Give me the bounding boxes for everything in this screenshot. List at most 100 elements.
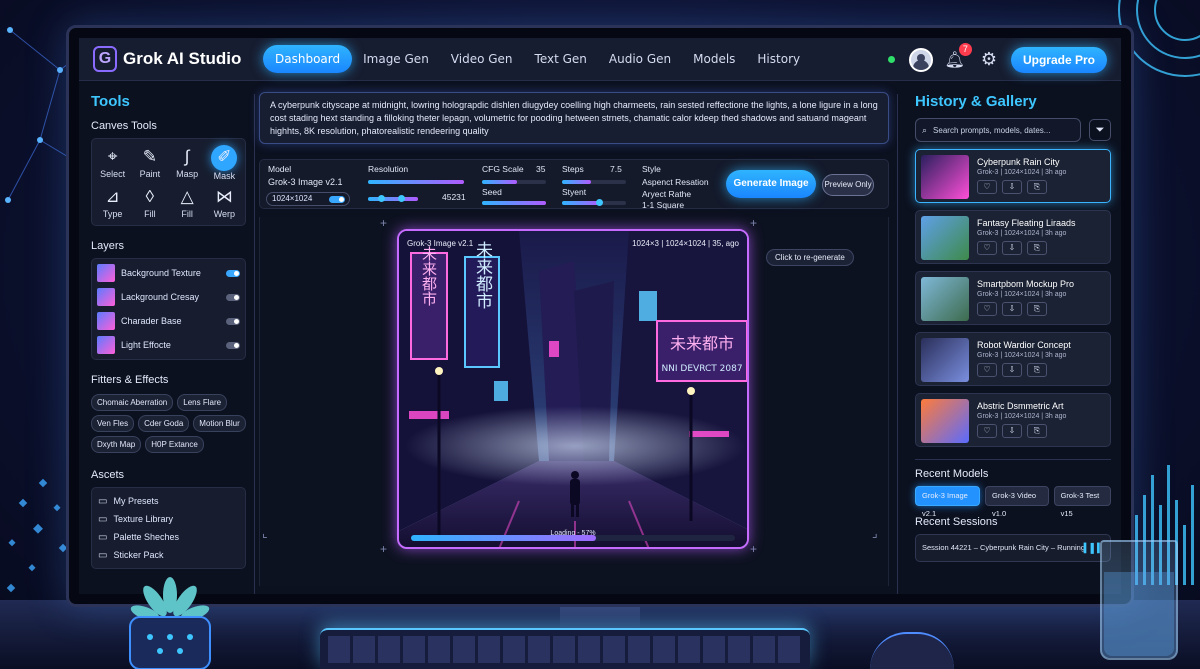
favorite-icon[interactable]: ♡ <box>977 363 997 377</box>
tool-paint[interactable]: ✎ Paint <box>133 145 166 181</box>
gallery-card-actions: ♡ ⇩ ⎘ <box>977 302 1105 316</box>
tab-models[interactable]: Models <box>682 45 746 73</box>
tab-image-gen[interactable]: Image Gen <box>352 45 440 73</box>
filter-chip[interactable]: Cder Goda <box>138 415 190 432</box>
tool-masp[interactable]: ∫ Masp <box>171 145 204 181</box>
gallery-card-content: Abstric Dsmmetric Art Grok-3 | 1024×1024 … <box>977 399 1105 441</box>
share-icon[interactable]: ⎘ <box>1027 241 1047 255</box>
regenerate-button[interactable]: Click to re-generate <box>766 249 854 266</box>
session-item[interactable]: Session 44221 – Cyberpunk Rain City – Ru… <box>915 534 1111 562</box>
gear-icon[interactable]: ⚙ <box>981 49 997 70</box>
download-icon[interactable]: ⇩ <box>1002 180 1022 194</box>
style-value[interactable]: Aspenct Resation <box>642 177 709 187</box>
layer-row[interactable]: Background Texture <box>92 261 245 285</box>
filter-icon[interactable]: ⏷ <box>1089 119 1111 141</box>
gallery-card[interactable]: Abstric Dsmmetric Art Grok-3 | 1024×1024 … <box>915 393 1111 447</box>
cfg-slider[interactable] <box>482 180 546 184</box>
tab-history[interactable]: History <box>746 45 811 73</box>
share-icon[interactable]: ⎘ <box>1027 424 1047 438</box>
resolution-range-slider[interactable] <box>368 195 418 202</box>
tools-title: Tools <box>91 93 130 110</box>
tab-audio-gen[interactable]: Audio Gen <box>598 45 682 73</box>
layer-row[interactable]: Lackground Cresay <box>92 285 245 309</box>
styent-slider[interactable] <box>562 199 626 206</box>
tool-werp[interactable]: ⋈ Werp <box>208 185 241 219</box>
tab-dashboard[interactable]: Dashboard <box>263 45 353 73</box>
layer-visibility-toggle[interactable] <box>226 269 240 277</box>
layer-visibility-toggle[interactable] <box>226 317 240 325</box>
tool-label: Type <box>102 209 123 219</box>
seed-slider[interactable] <box>482 201 546 205</box>
recent-model-button[interactable]: Grok-3 Test v15 <box>1053 486 1111 518</box>
styent-knob[interactable] <box>596 199 603 206</box>
layer-row[interactable]: Light Effocte <box>92 333 245 357</box>
layers-list: Background Texture Lackground Cresay Chara… <box>91 258 246 360</box>
corner-marker: + <box>750 542 758 556</box>
resolution-field[interactable]: 1024×1024 <box>266 192 350 206</box>
tool-select[interactable]: ⌖ Select <box>96 145 129 181</box>
download-icon[interactable]: ⇩ <box>1002 241 1022 255</box>
tool-type[interactable]: ⊿ Type <box>96 185 129 219</box>
layer-visibility-toggle[interactable] <box>226 341 240 349</box>
share-icon[interactable]: ⎘ <box>1027 180 1047 194</box>
filter-chip[interactable]: Motion Blur <box>193 415 246 432</box>
layer-row[interactable]: Charader Base <box>92 309 245 333</box>
notification-bell-icon[interactable]: 🔔︎ 7 <box>945 42 972 70</box>
recent-model-button[interactable]: Grok-3 Image v2.1 <box>915 486 981 518</box>
filter-chip[interactable]: Lens Flare <box>177 394 228 411</box>
filter-chip[interactable]: Chomaic Aberration <box>91 394 174 411</box>
range-knob-start[interactable] <box>378 195 385 202</box>
gallery-thumbnail <box>921 338 969 382</box>
tab-text-gen[interactable]: Text Gen <box>524 45 598 73</box>
asset-folder-item[interactable]: ▭ My Presets <box>92 492 245 510</box>
gallery-card[interactable]: Cyberpunk Rain City Grok-3 | 1024×1024 | … <box>915 149 1111 203</box>
gallery-card[interactable]: Fantasy Fleating Liraads Grok-3 | 1024×10… <box>915 210 1111 264</box>
preview-only-button[interactable]: Preview Only <box>822 174 874 196</box>
share-icon[interactable]: ⎘ <box>1027 363 1047 377</box>
filter-chip[interactable]: H0P Extance <box>145 436 204 453</box>
gallery-card-actions: ♡ ⇩ ⎘ <box>977 363 1105 377</box>
tab-video-gen[interactable]: Video Gen <box>440 45 524 73</box>
gallery-card[interactable]: Smartpbom Mockup Pro Grok-3 | 1024×1024 |… <box>915 271 1111 325</box>
favorite-icon[interactable]: ♡ <box>977 241 997 255</box>
asset-folder-item[interactable]: ▭ Sticker Pack <box>92 546 245 564</box>
layers-title: Layers <box>91 240 125 252</box>
tool-label: Fill <box>144 209 156 219</box>
cfg-label: CFG Scale <box>482 164 524 174</box>
steps-slider[interactable] <box>562 180 626 184</box>
text-icon: ⊿ <box>105 187 120 206</box>
asset-folder-item[interactable]: ▭ Palette Sheches <box>92 528 245 546</box>
resolution-slider[interactable] <box>368 180 464 184</box>
download-icon[interactable]: ⇩ <box>1002 302 1022 316</box>
aspect-value[interactable]: 1-1 Square <box>642 200 684 210</box>
tool-mask[interactable]: ✐ Mask <box>208 145 241 181</box>
recent-model-button[interactable]: Grok-3 Video v1.0 <box>985 486 1049 518</box>
app-logo[interactable]: G Grok AI Studio <box>93 46 253 72</box>
range-knob-end[interactable] <box>398 195 405 202</box>
download-icon[interactable]: ⇩ <box>1002 424 1022 438</box>
favorite-icon[interactable]: ♡ <box>977 424 997 438</box>
search-input[interactable]: ⌕ Search prompts, models, dates... <box>915 118 1081 142</box>
gallery-card[interactable]: Robot Wardior Concept Grok-3 | 1024×1024 … <box>915 332 1111 386</box>
asset-label: Palette Sheches <box>113 532 179 542</box>
prompt-input[interactable]: A cyberpunk cityscape at midnight, lowri… <box>259 92 889 144</box>
filter-chip[interactable]: Ven Fles <box>91 415 135 432</box>
favorite-icon[interactable]: ♡ <box>977 180 997 194</box>
model-select[interactable]: Grok-3 Image v2.1 <box>268 177 343 187</box>
tool-fill[interactable]: ◊ Fill <box>133 185 166 219</box>
download-icon[interactable]: ⇩ <box>1002 363 1022 377</box>
generated-image[interactable]: 未来都市 未来都市 未来都市 NNI DEVRCT 2087 Grok-3 Im… <box>397 229 749 549</box>
share-icon[interactable]: ⎘ <box>1027 302 1047 316</box>
asset-folder-item[interactable]: ▭ Texture Library <box>92 510 245 528</box>
tool-label: Fill <box>181 209 193 219</box>
upgrade-pro-button[interactable]: Upgrade Pro <box>1010 46 1107 73</box>
avatar[interactable] <box>908 47 933 72</box>
filter-chip[interactable]: Dxyth Map <box>91 436 142 453</box>
tool-fill[interactable]: △ Fill <box>171 185 204 219</box>
tool-label: Mask <box>213 171 236 181</box>
resolution-lock-toggle[interactable] <box>329 196 345 203</box>
layer-visibility-toggle[interactable] <box>226 293 240 301</box>
model-label: Model <box>268 164 292 174</box>
generate-image-button[interactable]: Generate Image <box>726 170 816 198</box>
favorite-icon[interactable]: ♡ <box>977 302 997 316</box>
